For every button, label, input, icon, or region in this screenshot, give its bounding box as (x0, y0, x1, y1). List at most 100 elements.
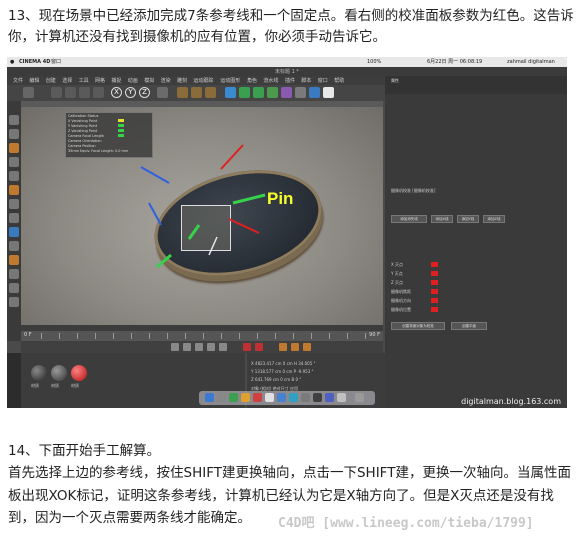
tool-icon-13[interactable] (9, 283, 19, 293)
coord-row-y[interactable]: Y 1318.577 cm 0 cm P -9.953 ° (251, 369, 314, 374)
coord-row-x[interactable]: X 4823.417 cm 0 cm H 34.005 ° (251, 361, 316, 366)
prev-frame-icon[interactable] (183, 343, 191, 351)
render-view-icon[interactable] (177, 87, 188, 98)
tool-icon-5[interactable] (9, 171, 19, 181)
menu-item[interactable]: 角色 (247, 77, 257, 84)
dock-app-icon[interactable] (337, 393, 346, 402)
cube-icon[interactable] (225, 87, 236, 98)
coord-size[interactable]: 0 cm (282, 369, 292, 374)
menu-item[interactable]: 文件 (13, 77, 23, 84)
trash-icon[interactable] (355, 393, 364, 402)
tool-icon-3[interactable] (9, 143, 19, 153)
coord-rot[interactable]: P -9.953 ° (294, 369, 314, 374)
menu-item[interactable]: 工具 (79, 77, 89, 84)
autokey-icon[interactable] (255, 343, 263, 351)
green-arrow-2[interactable] (187, 224, 201, 240)
tool-icon-11[interactable] (9, 255, 19, 265)
key-scale-icon[interactable] (291, 343, 299, 351)
green-arrow-3[interactable] (156, 253, 172, 269)
menu-item[interactable]: 插件 (285, 77, 295, 84)
coord-rot[interactable]: B 0 ° (291, 377, 301, 382)
menu-item[interactable]: 编辑 (29, 77, 39, 84)
create-plane-button[interactable]: 创建平面 (451, 322, 487, 330)
menu-item[interactable]: 流水线 (263, 77, 278, 84)
c4d-dock-icon[interactable] (313, 393, 322, 402)
last-frame-icon[interactable] (219, 343, 227, 351)
camera-icon[interactable] (309, 87, 320, 98)
menu-item[interactable]: 运动跟踪 (193, 77, 213, 84)
tool-icon-10[interactable] (9, 241, 19, 251)
subdivision-icon[interactable] (239, 87, 250, 98)
menu-item[interactable]: 动画 (128, 77, 138, 84)
move-icon[interactable] (65, 87, 76, 98)
dock-app-icon[interactable] (217, 393, 226, 402)
tool-icon-1[interactable] (9, 115, 19, 125)
menu-item[interactable]: 模拟 (144, 77, 154, 84)
dock-app-icon[interactable] (253, 393, 262, 402)
scene-icon[interactable] (295, 87, 306, 98)
tool-icon-6[interactable] (9, 185, 19, 195)
attr-button-3[interactable]: 添加Y线 (457, 215, 479, 223)
coord-rot[interactable]: H 34.005 ° (294, 361, 316, 366)
render-icon[interactable] (191, 87, 202, 98)
dock-app-icon[interactable] (325, 393, 334, 402)
undo-icon[interactable] (23, 87, 34, 98)
dock-app-icon[interactable] (241, 393, 250, 402)
menu-item[interactable]: 运动图形 (220, 77, 240, 84)
key-move-icon[interactable] (279, 343, 287, 351)
attr-button-2[interactable]: 添加X线 (431, 215, 453, 223)
spline-icon[interactable] (253, 87, 264, 98)
menu-item[interactable]: 窗口 (318, 77, 328, 84)
rotate-icon[interactable] (93, 87, 104, 98)
coord-size[interactable]: 0 cm (280, 377, 290, 382)
finder-icon[interactable] (205, 393, 214, 402)
nurbs-icon[interactable] (267, 87, 278, 98)
tool-icon-4[interactable] (9, 157, 19, 167)
scale-icon[interactable] (79, 87, 90, 98)
key-rotate-icon[interactable] (303, 343, 311, 351)
blue-arrow-2[interactable] (148, 202, 162, 226)
dock-app-icon[interactable] (277, 393, 286, 402)
blue-arrow-1[interactable] (140, 166, 170, 184)
next-frame-icon[interactable] (207, 343, 215, 351)
red-arrow-2[interactable] (228, 218, 260, 234)
menu-item[interactable]: 脚本 (301, 77, 311, 84)
attr-button-1[interactable]: 添加消失线 (391, 215, 427, 223)
tool-icon-12[interactable] (9, 269, 19, 279)
menu-item[interactable]: 捕捉 (111, 77, 121, 84)
dock-app-icon[interactable] (265, 393, 274, 402)
menu-item[interactable]: 选择 (62, 77, 72, 84)
menu-item[interactable]: 帮助 (334, 77, 344, 84)
create-background-button[interactable]: 创建背景对象为校准 (391, 322, 445, 330)
x-axis-icon[interactable]: X (111, 87, 122, 98)
tool-icon-9[interactable] (9, 227, 19, 237)
coord-pos[interactable]: 641.769 cm (255, 377, 279, 382)
deformer-icon[interactable] (281, 87, 292, 98)
dock-app-icon[interactable] (301, 393, 310, 402)
white-arrow[interactable] (208, 236, 218, 256)
tool-icon-14[interactable] (9, 297, 19, 307)
coord-size[interactable]: 0 cm (283, 361, 293, 366)
dock-app-icon[interactable] (289, 393, 298, 402)
y-axis-icon[interactable]: Y (125, 87, 136, 98)
coord-row-z[interactable]: Z 641.769 cm 0 cm B 0 ° (251, 377, 301, 382)
material-ball-1[interactable] (31, 365, 47, 381)
menu-item[interactable]: 网格 (95, 77, 105, 84)
first-frame-icon[interactable] (171, 343, 179, 351)
material-ball-2[interactable] (51, 365, 67, 381)
light-icon[interactable] (323, 87, 334, 98)
perspective-viewport[interactable]: Calibration Status X Vanishing Point Y V… (21, 107, 383, 325)
menu-item[interactable]: 雕刻 (177, 77, 187, 84)
tool-icon-2[interactable] (9, 129, 19, 139)
select-icon[interactable] (51, 87, 62, 98)
coord-pos[interactable]: 1318.577 cm (255, 369, 281, 374)
menu-item[interactable]: 创建 (46, 77, 56, 84)
red-arrow-1[interactable] (220, 144, 244, 170)
material-ball-3[interactable] (71, 365, 87, 381)
attr-button-4[interactable]: 添加Z线 (483, 215, 505, 223)
tool-icon-7[interactable] (9, 199, 19, 209)
timeline-ruler[interactable]: 0 F 90 F (21, 331, 383, 341)
render-settings-icon[interactable] (205, 87, 216, 98)
green-arrow-1[interactable] (232, 193, 266, 205)
menu-item[interactable]: 渲染 (161, 77, 171, 84)
